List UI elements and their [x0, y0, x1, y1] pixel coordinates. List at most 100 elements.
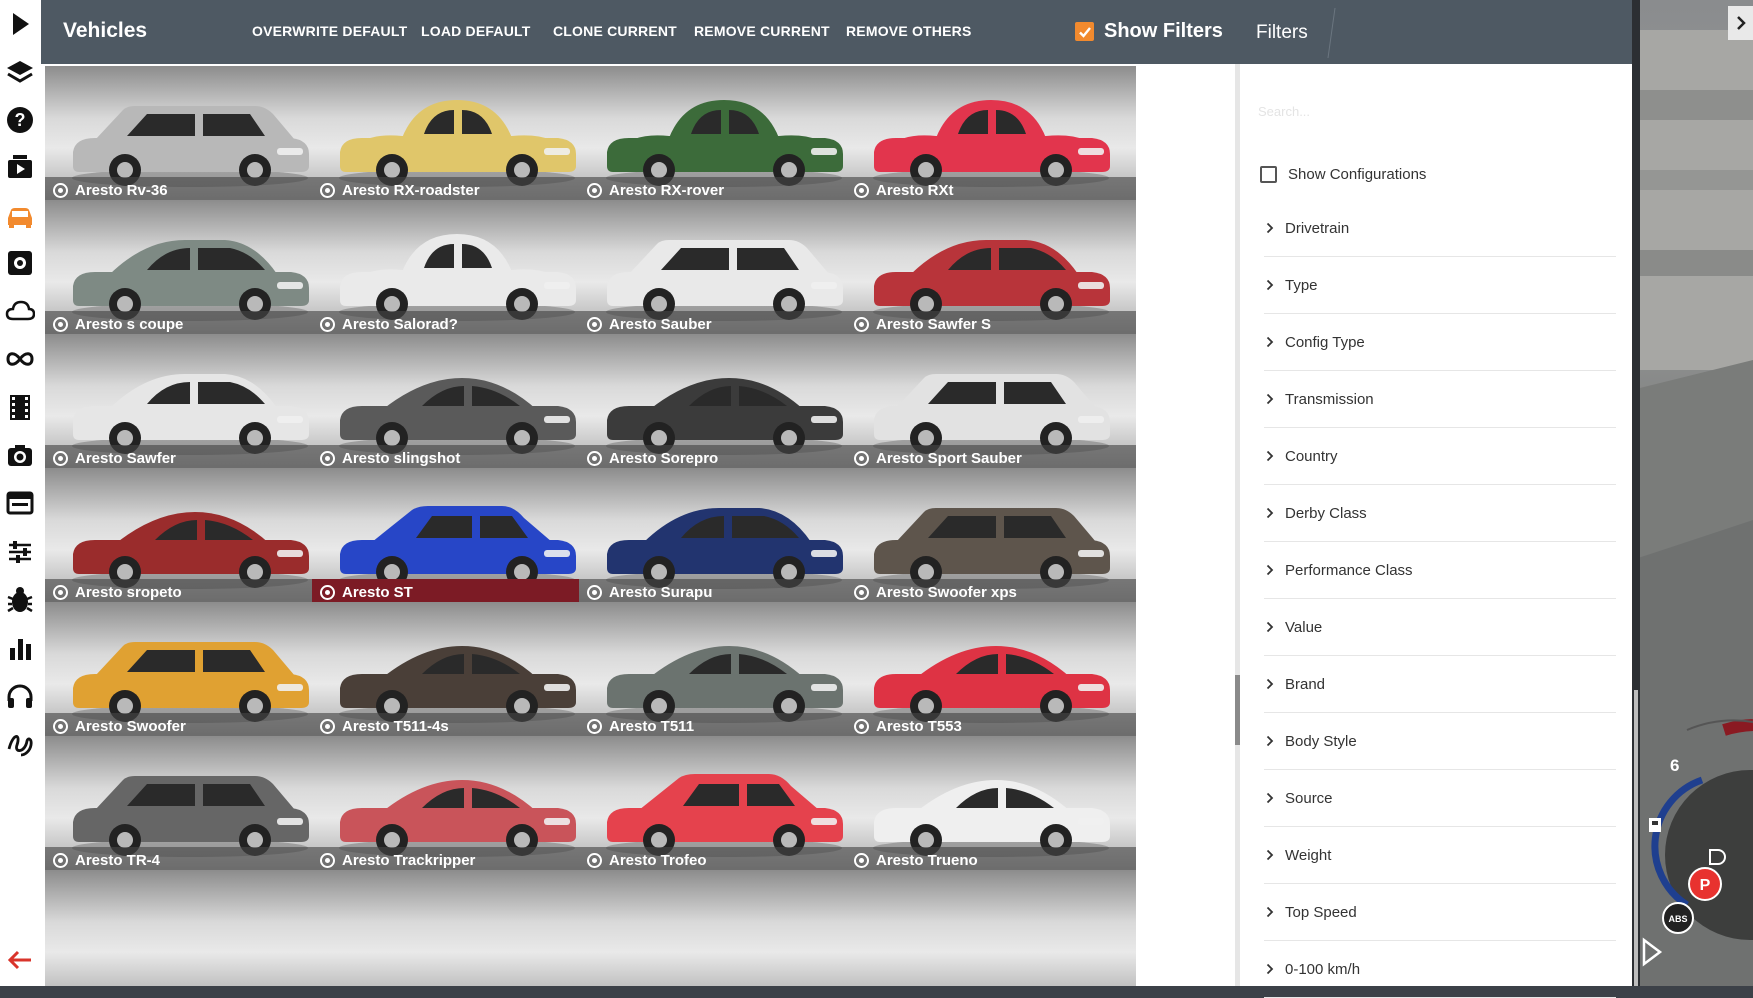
remove-current-button[interactable]: REMOVE CURRENT: [694, 23, 830, 39]
sidebar-car-button[interactable]: [4, 199, 36, 231]
sidebar-scribble-button[interactable]: [4, 728, 36, 760]
remove-others-button[interactable]: REMOVE OTHERS: [846, 23, 972, 39]
sidebar-sliders-button[interactable]: [4, 536, 36, 568]
chevron-right-icon: [1264, 563, 1276, 577]
configurations-icon: [53, 316, 68, 332]
vehicle-tile[interactable]: Aresto TR-4: [45, 736, 335, 873]
configurations-icon: [854, 718, 869, 734]
vehicle-tile[interactable]: Aresto Swoofer xps: [846, 468, 1136, 605]
svg-text:P: P: [1700, 877, 1711, 894]
vehicle-tile[interactable]: Aresto Swoofer: [45, 602, 335, 739]
show-configurations-label: Show Configurations: [1288, 166, 1427, 183]
filter-category[interactable]: Type: [1264, 257, 1616, 314]
configurations-icon: [587, 852, 602, 868]
scroll-right-arrow[interactable]: [1728, 6, 1753, 40]
filters-tab-divider: [1327, 8, 1336, 58]
show-configurations-checkbox[interactable]: [1260, 166, 1277, 183]
filter-category[interactable]: Config Type: [1264, 314, 1616, 371]
filter-category[interactable]: Derby Class: [1264, 485, 1616, 542]
vehicle-tile[interactable]: Aresto Sport Sauber: [846, 334, 1136, 471]
sidebar-cloud-button[interactable]: [4, 295, 36, 327]
vehicle-tile[interactable]: Aresto T553: [846, 602, 1136, 739]
vehicle-tile-partial[interactable]: [579, 870, 869, 986]
overwrite-default-button[interactable]: OVERWRITE DEFAULT: [252, 23, 407, 39]
vehicle-tile[interactable]: Aresto Sawfer S: [846, 200, 1136, 337]
vehicle-tile[interactable]: Aresto sropeto: [45, 468, 335, 605]
sidebar-layers-button[interactable]: [4, 56, 36, 88]
vehicle-tile[interactable]: Aresto ST: [312, 468, 602, 605]
configurations-icon: [854, 852, 869, 868]
vehicle-tile-partial[interactable]: [312, 870, 602, 986]
load-default-button[interactable]: LOAD DEFAULT: [421, 23, 530, 39]
vehicle-name: Aresto Sawfer S: [876, 315, 992, 333]
sidebar-window-button[interactable]: [4, 487, 36, 519]
filter-category-label: Config Type: [1285, 333, 1365, 351]
filter-category[interactable]: Country: [1264, 428, 1616, 485]
show-filters-checkbox[interactable]: [1075, 22, 1094, 41]
clone-current-button[interactable]: CLONE CURRENT: [553, 23, 677, 39]
vehicle-tile[interactable]: Aresto Sauber: [579, 200, 869, 337]
filter-category-label: Source: [1285, 789, 1333, 807]
sidebar-bug-button[interactable]: [4, 584, 36, 616]
filter-category[interactable]: Performance Class: [1264, 542, 1616, 599]
chevron-right-icon: [1264, 506, 1276, 520]
left-icon-rail: ?: [0, 0, 41, 986]
vehicle-tile[interactable]: Aresto Trackripper: [312, 736, 602, 873]
headset-icon: [7, 684, 33, 708]
sidebar-back-arrow-button[interactable]: [4, 944, 36, 976]
sidebar-video-button[interactable]: [4, 151, 36, 183]
checkmark-icon: [1078, 26, 1091, 38]
vehicle-tile[interactable]: Aresto RX-roadster: [312, 66, 602, 203]
vehicle-tile[interactable]: Aresto Trueno: [846, 736, 1136, 873]
vehicle-tile[interactable]: Aresto Salorad?: [312, 200, 602, 337]
filter-category[interactable]: Brand: [1264, 656, 1616, 713]
configurations-icon: [320, 182, 335, 198]
sidebar-gear-button[interactable]: [4, 247, 36, 279]
vehicle-tile[interactable]: Aresto T511: [579, 602, 869, 739]
sidebar-film-button[interactable]: [4, 391, 36, 423]
vehicle-tile[interactable]: Aresto T511-4s: [312, 602, 602, 739]
vehicle-name: Aresto sropeto: [75, 583, 182, 601]
vehicle-tile-partial[interactable]: [45, 870, 335, 986]
vehicle-tile[interactable]: Aresto s coupe: [45, 200, 335, 337]
vehicle-tile[interactable]: Aresto Sawfer: [45, 334, 335, 471]
show-configurations-toggle[interactable]: Show Configurations: [1260, 166, 1426, 183]
filter-category[interactable]: Drivetrain: [1264, 200, 1616, 257]
chevron-right-icon: [1264, 620, 1276, 634]
vehicle-tile-partial[interactable]: [846, 870, 1136, 986]
sidebar-infinity-button[interactable]: [4, 343, 36, 375]
sidebar-camera-button[interactable]: [4, 439, 36, 471]
chevron-right-icon: [1264, 791, 1276, 805]
vehicle-tile[interactable]: Aresto RXt: [846, 66, 1136, 203]
camera-icon: [8, 445, 32, 466]
filter-search-input[interactable]: [1256, 97, 1616, 125]
sidebar-help-button[interactable]: ?: [4, 104, 36, 136]
show-filters-toggle[interactable]: Show Filters: [1075, 20, 1223, 43]
filter-category[interactable]: Top Speed: [1264, 884, 1616, 941]
vehicle-tile[interactable]: Aresto slingshot: [312, 334, 602, 471]
vehicle-tile[interactable]: Aresto RX-rover: [579, 66, 869, 203]
filter-category[interactable]: Transmission: [1264, 371, 1616, 428]
configurations-icon: [854, 182, 869, 198]
vehicle-name: Aresto Sorepro: [609, 449, 719, 467]
filter-category[interactable]: Weight: [1264, 827, 1616, 884]
filter-category[interactable]: Value: [1264, 599, 1616, 656]
vehicle-tile[interactable]: Aresto Rv-36: [45, 66, 335, 203]
vehicle-name: Aresto Salorad?: [342, 315, 458, 333]
filter-category[interactable]: Body Style: [1264, 713, 1616, 770]
vehicle-name: Aresto ST: [342, 583, 413, 601]
filter-category[interactable]: 0-100 km/h: [1264, 941, 1616, 998]
sidebar-headset-button[interactable]: [4, 680, 36, 712]
vehicle-thumbnail: [339, 506, 576, 589]
gear-icon: [8, 251, 32, 275]
configurations-icon: [53, 182, 68, 198]
vehicle-tile[interactable]: Aresto Sorepro: [579, 334, 869, 471]
filter-category[interactable]: Source: [1264, 770, 1616, 827]
sidebar-play-button[interactable]: [4, 8, 36, 40]
vehicle-name: Aresto TR-4: [75, 851, 161, 869]
sidebar-bar-chart-button[interactable]: [4, 632, 36, 664]
vehicle-thumbnail: [606, 100, 843, 187]
vehicle-tile[interactable]: Aresto Trofeo: [579, 736, 869, 873]
vehicle-thumbnail: [873, 780, 1110, 857]
vehicle-tile[interactable]: Aresto Surapu: [579, 468, 869, 605]
